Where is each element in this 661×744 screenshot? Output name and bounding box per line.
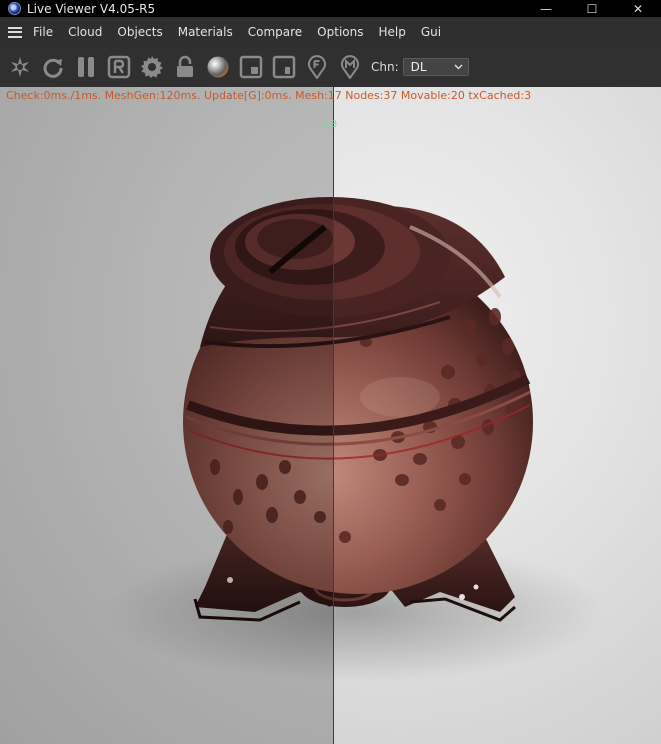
- hamburger-menu-icon[interactable]: [8, 26, 22, 38]
- menu-cloud[interactable]: Cloud: [68, 25, 102, 39]
- menu-compare[interactable]: Compare: [248, 25, 302, 39]
- pause-icon: [78, 57, 94, 77]
- render-status-text: Check:0ms./1ms. MeshGen:120ms. Update[G]…: [6, 89, 532, 102]
- channel-select[interactable]: DL: [402, 58, 469, 76]
- refresh-button[interactable]: [40, 54, 66, 80]
- compare-ab-label: A B: [322, 120, 338, 130]
- viewport-frame-icon: [239, 55, 263, 79]
- pin-material-icon: [341, 55, 359, 79]
- menu-bar: File Cloud Objects Materials Compare Opt…: [0, 17, 661, 47]
- render-icon: [11, 57, 29, 77]
- channel-value: DL: [410, 60, 427, 74]
- material-preview-button[interactable]: [205, 54, 231, 80]
- render-viewport[interactable]: Check:0ms./1ms. MeshGen:120ms. Update[G]…: [0, 87, 661, 744]
- pin-material-button[interactable]: [337, 54, 363, 80]
- material-sphere-icon: [207, 56, 229, 78]
- menu-gui[interactable]: Gui: [421, 25, 441, 39]
- window-title: Live Viewer V4.05-R5: [27, 1, 156, 16]
- region-render-icon: [107, 55, 131, 79]
- minimize-button[interactable]: —: [523, 0, 569, 17]
- pin-focus-button[interactable]: [304, 54, 330, 80]
- viewport-frame-button[interactable]: [238, 54, 264, 80]
- channel-label: Chn:: [371, 60, 399, 74]
- menu-materials[interactable]: Materials: [178, 25, 233, 39]
- region-render-button[interactable]: [106, 54, 132, 80]
- menu-options[interactable]: Options: [317, 25, 363, 39]
- compare-overlay-a: [0, 87, 333, 744]
- lock-icon: [177, 55, 193, 77]
- toolbar: Chn: DL: [0, 47, 661, 87]
- close-button[interactable]: ✕: [615, 0, 661, 17]
- settings-gear-icon: [141, 56, 163, 78]
- title-bar: Live Viewer V4.05-R5 — ☐ ✕: [0, 0, 661, 17]
- region-frame-button[interactable]: [271, 54, 297, 80]
- maximize-button[interactable]: ☐: [569, 0, 615, 17]
- chevron-down-icon: [454, 64, 463, 70]
- refresh-icon: [43, 58, 63, 78]
- render-button[interactable]: [7, 54, 33, 80]
- menu-objects[interactable]: Objects: [117, 25, 162, 39]
- pin-focus-icon: [308, 55, 326, 79]
- app-logo-icon: [8, 2, 21, 15]
- lock-button[interactable]: [172, 54, 198, 80]
- window-controls: — ☐ ✕: [523, 0, 661, 17]
- region-frame-icon: [272, 55, 296, 79]
- pause-button[interactable]: [73, 54, 99, 80]
- compare-split-handle[interactable]: [333, 87, 334, 744]
- settings-button[interactable]: [139, 54, 165, 80]
- menu-help[interactable]: Help: [378, 25, 405, 39]
- menu-file[interactable]: File: [33, 25, 53, 39]
